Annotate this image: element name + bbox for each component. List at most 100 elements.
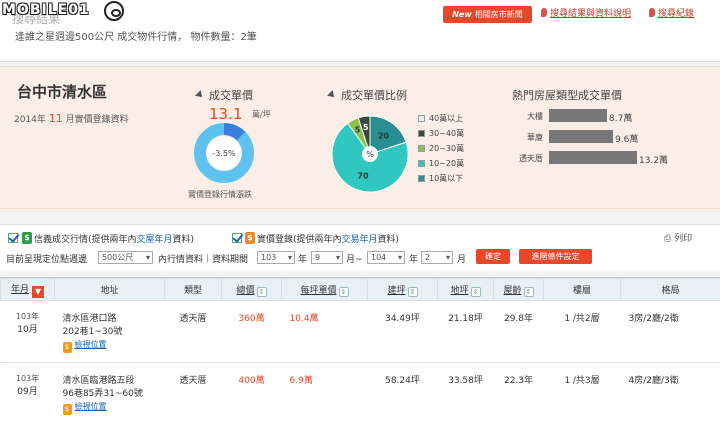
address-line1: 清水區港口路 xyxy=(62,314,117,324)
related-news-label: 相關房市新聞 xyxy=(474,10,523,19)
period-month: 11 xyxy=(48,112,63,125)
legend-item: 10~20萬 xyxy=(418,158,464,169)
cell-unit-price: 10.4萬 xyxy=(281,300,368,363)
watermark-logo: MOBILE01 xyxy=(2,2,90,18)
legend-label: 10~20萬 xyxy=(429,159,465,168)
unit-price-title-text: 成交單價 xyxy=(209,89,253,102)
cell-age: 29.8年 xyxy=(493,300,544,363)
cell-year: 103年 xyxy=(15,312,40,321)
map-icon: $ xyxy=(62,342,72,353)
cell-address: 清水區臨港路五段 96巷85弄31~60號 $ 檢視位置 xyxy=(54,362,165,423)
col-total-price[interactable]: 總價 ⇕ xyxy=(221,278,282,301)
legend-label: 30~40萬 xyxy=(429,129,465,138)
source1-label: 信義成交行情(提供兩年內交屋年月資料) xyxy=(34,232,194,245)
col-age-label: 屋齡 xyxy=(503,285,522,296)
view-location-link[interactable]: 檢視位置 xyxy=(75,402,107,411)
pin-icon xyxy=(541,8,547,17)
legend-swatch xyxy=(418,145,425,152)
cell-layout: 4房/2廳/3衛 xyxy=(620,362,720,423)
view-location[interactable]: $ 檢視位置 xyxy=(62,401,165,415)
col-land-area[interactable]: 地坪 ⇕ xyxy=(437,278,494,301)
cell-type: 透天厝 xyxy=(164,362,222,423)
col-building-area[interactable]: 建坪 ⇕ xyxy=(367,278,438,301)
year-label: 年 xyxy=(298,255,308,265)
source1-checkbox[interactable] xyxy=(8,233,18,243)
cell-type: 透天厝 xyxy=(164,300,222,363)
period-suffix: 月實價登錄資料 xyxy=(65,115,129,125)
col-unit-price-label: 每坪單價 xyxy=(300,285,337,296)
cell-layout: 3房/2廳/2衛 xyxy=(620,300,720,363)
col-total-price-label: 總價 xyxy=(236,285,255,296)
actual-price-badge-icon: $ xyxy=(245,232,255,244)
period-text: 內行情資料｜資料期間 xyxy=(158,255,249,265)
cell-floor: 1 /共3層 xyxy=(543,362,621,423)
table-row[interactable]: 103年 10月 清水區港口路 202巷1~30號 $ 檢視位置 透天厝 360萬 10… xyxy=(0,300,720,363)
cell-unit-price: 6.9萬 xyxy=(281,362,368,423)
view-location[interactable]: $ 檢視位置 xyxy=(62,339,165,353)
distance-prefix: 目前呈現定位點週邊 xyxy=(6,255,88,265)
sort-icon[interactable]: ⇕ xyxy=(256,286,267,297)
price-ratio-pie: 20 70 5 5% xyxy=(331,115,409,193)
pie-center-label: % xyxy=(366,150,374,159)
legend-swatch xyxy=(418,160,425,167)
col-building-area-label: 建坪 xyxy=(387,285,406,296)
year-label-2: 年 xyxy=(409,255,419,265)
search-history-link[interactable]: 搜尋紀錄 xyxy=(649,6,694,19)
sort-desc-icon[interactable]: ▼ xyxy=(32,285,44,298)
cell-age: 22.3年 xyxy=(493,362,544,423)
cell-year: 103年 xyxy=(15,374,40,383)
result-explanation-link[interactable]: 搜尋結果與資料說明 xyxy=(541,6,631,19)
price-change-donut: -3.5% xyxy=(194,122,254,183)
source2-pre: 實價登錄(提供兩年內 xyxy=(257,235,342,245)
sinyi-badge-icon: $ xyxy=(22,232,32,244)
triangle-icon xyxy=(195,90,205,100)
source2-label: 實價登錄(提供兩年內交易年月資料) xyxy=(257,232,399,245)
table-row[interactable]: 103年 09月 清水區臨港路五段 96巷85弄31~60號 $ 檢視位置 透天厝 40… xyxy=(0,362,720,423)
distance-select[interactable]: 500公尺 xyxy=(98,251,153,264)
to-year-select[interactable]: 104 xyxy=(367,251,405,264)
cell-land-area: 21.18坪 xyxy=(437,300,494,363)
printer-icon: ⎙ xyxy=(664,234,675,244)
legend-swatch xyxy=(418,175,425,182)
sort-icon[interactable]: ⇕ xyxy=(338,286,349,297)
district-title: 台中市清水區 xyxy=(17,83,108,101)
col-floor: 樓層 xyxy=(543,278,621,301)
price-change-caption: 實價登錄行情漲跌 xyxy=(188,190,252,199)
filter-bar: $ 信義成交行情(提供兩年內交屋年月資料) $ 實價登錄(提供兩年內交易年月資料… xyxy=(0,224,720,271)
ratio-title: 成交單價比例 xyxy=(327,87,407,103)
search-summary: 逢誰之星週邊500公尺 成交物件行情， 物件數量：2筆 xyxy=(15,32,257,43)
page: 搜尋結果 逢誰之星週邊500公尺 成交物件行情， 物件數量：2筆 New 相關房市… xyxy=(0,0,720,423)
col-type: 類型 xyxy=(164,278,222,301)
legend-swatch xyxy=(418,115,425,122)
col-year-month[interactable]: 年月 ▼ xyxy=(0,278,55,301)
pie-slice-label: 20 xyxy=(378,132,390,141)
col-age[interactable]: 屋齡 ⇕ xyxy=(493,278,544,301)
legend-item: 10萬以下 xyxy=(418,173,463,184)
sort-icon[interactable]: ⇕ xyxy=(407,286,418,297)
print-button[interactable]: ⎙ 列印 xyxy=(664,231,692,244)
month-label: 月 xyxy=(457,255,467,265)
address-line2: 96巷85弄31~60號 xyxy=(62,389,143,399)
from-month-select[interactable]: 9 xyxy=(311,251,343,264)
col-unit-price[interactable]: 每坪單價 ⇕ xyxy=(281,278,368,301)
table-header-row: 年月 ▼ 地址 類型 總價 ⇕ 每坪單價 ⇕ 建坪 ⇕ 地坪 ⇕ 屋齡 ⇕ 樓層 格局 xyxy=(0,278,720,301)
sort-icon[interactable]: ⇕ xyxy=(523,286,534,297)
address-line1: 清水區臨港路五段 xyxy=(62,376,135,386)
cell-total-price: 360萬 xyxy=(221,300,282,363)
related-news-button[interactable]: New 相關房市新聞 xyxy=(443,6,532,23)
sort-icon[interactable]: ⇕ xyxy=(470,286,481,297)
source1-pre: 信義成交行情(提供兩年內 xyxy=(34,235,137,245)
watermark-face-icon xyxy=(104,1,124,21)
bar xyxy=(549,109,607,122)
to-month-select[interactable]: 2 xyxy=(421,251,453,264)
advanced-settings-button[interactable]: 進階條件設定 xyxy=(519,249,592,264)
transactions-table: 年月 ▼ 地址 類型 總價 ⇕ 每坪單價 ⇕ 建坪 ⇕ 地坪 ⇕ 屋齡 ⇕ 樓層 格局 10… xyxy=(0,277,720,423)
from-year-select[interactable]: 103 xyxy=(257,251,295,264)
bar-value: 9.6萬 xyxy=(615,135,639,145)
unit-price-unit: 萬/坪 xyxy=(252,110,271,119)
bar xyxy=(549,151,637,164)
confirm-button[interactable]: 確定 xyxy=(476,249,510,264)
view-location-link[interactable]: 檢視位置 xyxy=(75,340,107,349)
source1-post: 資料) xyxy=(172,235,195,245)
source2-checkbox[interactable] xyxy=(232,233,242,243)
